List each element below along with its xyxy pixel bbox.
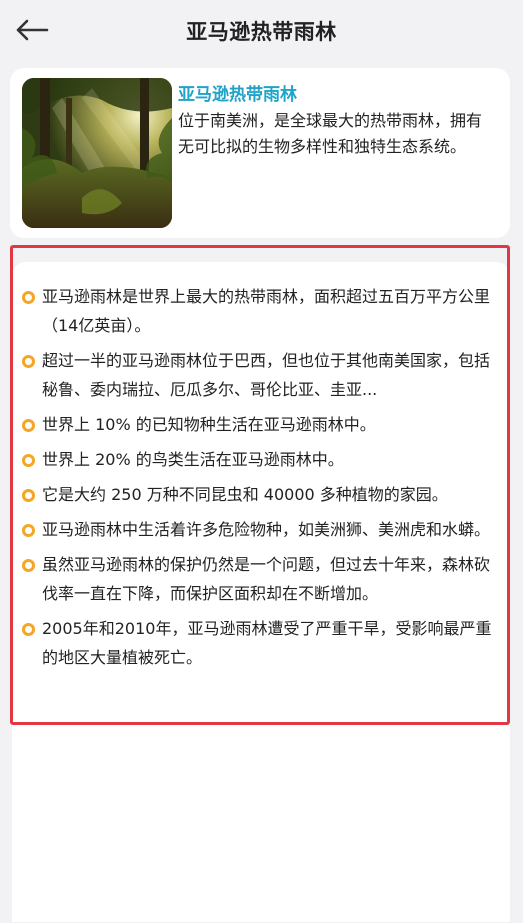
arrow-left-icon <box>16 19 49 41</box>
highlight-frame <box>10 245 510 725</box>
app-screen: 亚马逊热带雨林 亚马逊热带雨林 位于南美洲，是全球最大的热带雨林，拥有无可比拟的… <box>0 0 523 923</box>
page-title: 亚马逊热带雨林 <box>186 20 337 44</box>
back-button[interactable] <box>12 12 52 48</box>
intro-card: 亚马逊热带雨林 位于南美洲，是全球最大的热带雨林，拥有无可比拟的生物多样性和独特… <box>10 68 510 238</box>
intro-description: 位于南美洲，是全球最大的热带雨林，拥有无可比拟的生物多样性和独特生态系统。 <box>178 111 483 156</box>
rainforest-thumbnail <box>22 78 172 228</box>
intro-title: 亚马逊热带雨林 <box>178 85 297 105</box>
rainforest-image <box>22 78 172 228</box>
header-bar: 亚马逊热带雨林 <box>0 0 523 62</box>
